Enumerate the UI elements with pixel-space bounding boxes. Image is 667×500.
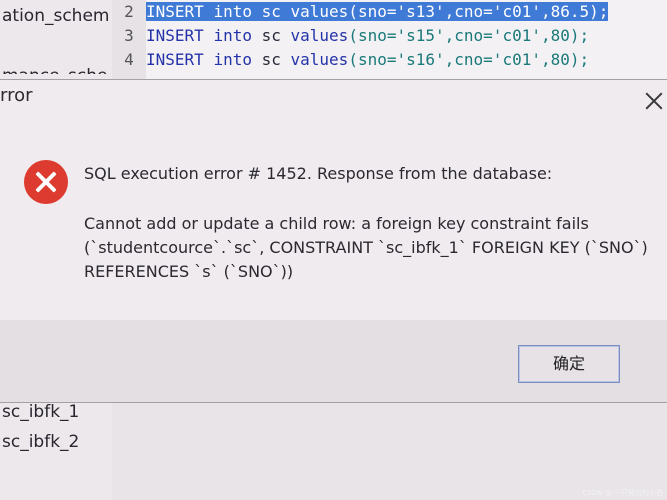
keyword-values: values (290, 26, 349, 45)
object-item-fk1[interactable]: sc_ibfk_1 (2, 402, 79, 422)
keyword-into: into (213, 2, 252, 21)
line-number: 3 (124, 26, 134, 45)
values-args: (sno='s15',cno='c01',80); (348, 26, 590, 45)
keyword-insert: INSERT (146, 2, 204, 21)
keyword-values: values (290, 2, 349, 21)
keyword-insert: INSERT (146, 50, 204, 69)
error-heading: SQL execution error # 1452. Response fro… (84, 164, 553, 183)
object-item-fk2[interactable]: sc_ibfk_2 (2, 432, 79, 452)
code-line-4[interactable]: 4 INSERT into sc values(sno='s16',cno='c0… (112, 49, 589, 71)
table-name: sc (261, 2, 281, 21)
keyword-into: into (213, 50, 252, 69)
error-detail-line-2: (`studentcource`.`sc`, CONSTRAINT `sc_ib… (84, 238, 648, 257)
code-line-3[interactable]: 3 INSERT into sc values(sno='s15',cno='c0… (112, 25, 589, 47)
ok-button[interactable]: 确定 (518, 345, 620, 383)
close-icon[interactable] (643, 90, 665, 112)
error-detail-line-3: REFERENCES `s` (`SNO`)) (84, 262, 294, 281)
keyword-into: into (213, 26, 252, 45)
values-args: (sno='s16',cno='c01',80); (348, 50, 590, 69)
error-dialog: rror SQL execution error # 1452. Respons… (0, 80, 667, 402)
values-args: (sno='s13',cno='c01',86.5); (348, 2, 609, 21)
keyword-insert: INSERT (146, 26, 204, 45)
object-item-schema[interactable]: ation_schem (2, 6, 109, 26)
table-name: sc (261, 26, 281, 45)
dialog-title: rror (0, 85, 33, 106)
keyword-values: values (290, 50, 349, 69)
lower-editor-area (112, 402, 667, 500)
dialog-titlebar[interactable]: rror (0, 80, 667, 114)
code-line-2[interactable]: 2 INSERT into sc values(sno='s13',cno='c0… (112, 1, 609, 23)
line-number: 4 (124, 50, 134, 69)
error-icon (24, 160, 68, 204)
error-detail-line-1: Cannot add or update a child row: a fore… (84, 214, 589, 233)
watermark: CSDN @ 一只努力的小白 (582, 489, 663, 497)
table-name: sc (261, 50, 281, 69)
line-number: 2 (124, 2, 134, 21)
